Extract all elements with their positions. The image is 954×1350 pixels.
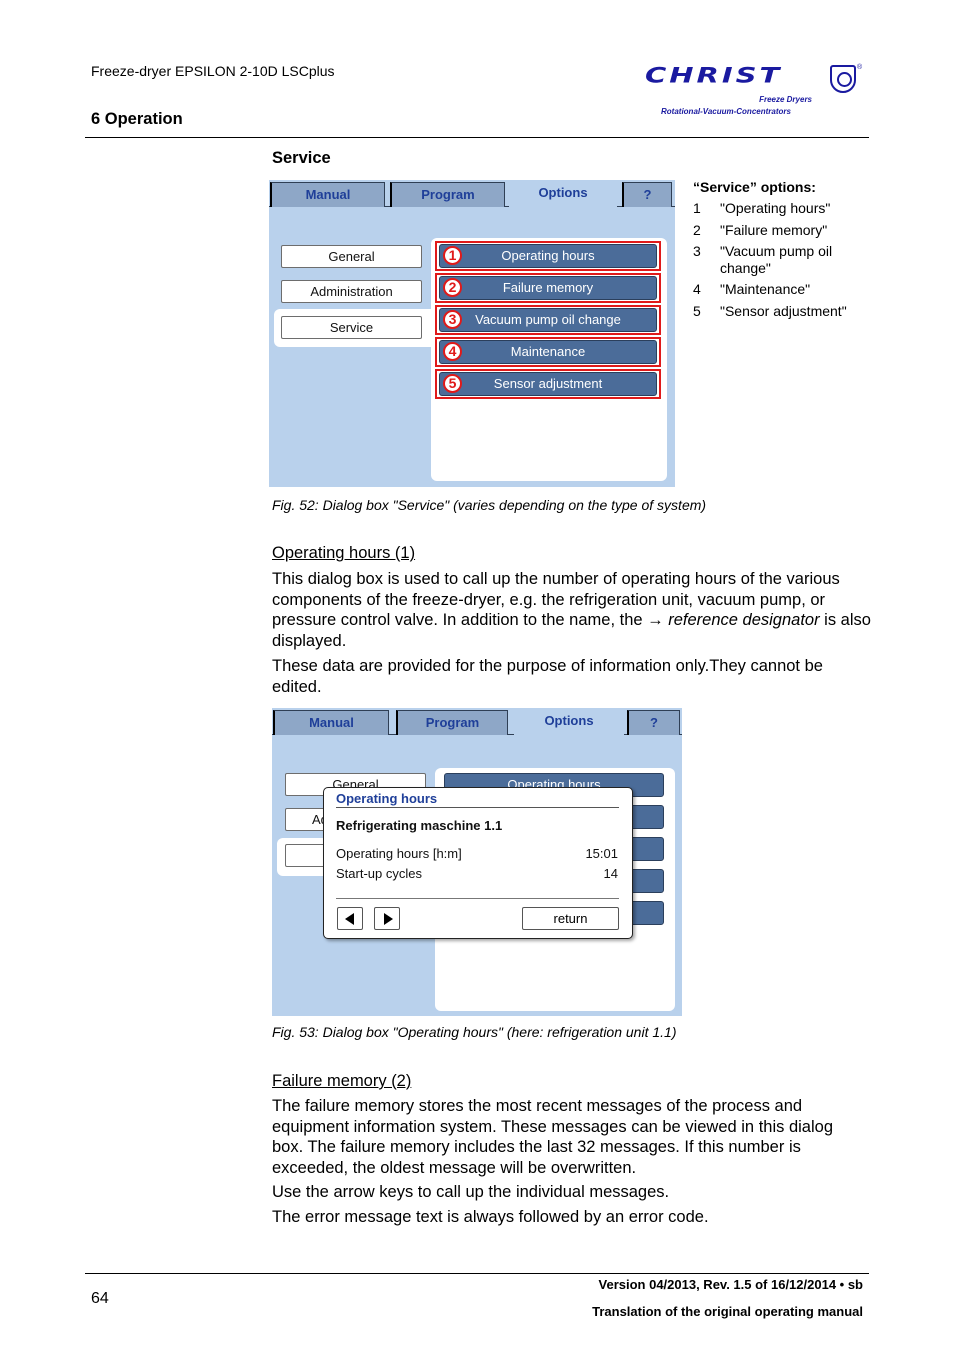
legend-number: 4 — [693, 281, 701, 297]
figure-53-caption: Fig. 53: Dialog box "Operating hours" (h… — [272, 1024, 677, 1040]
tab-program[interactable]: Program — [390, 182, 505, 207]
legend-text: "Maintenance" — [720, 281, 811, 297]
legend-text: "Failure memory" — [720, 222, 828, 238]
logo-emblem-icon — [830, 65, 856, 93]
row-label: Operating hours [h:m] — [336, 846, 462, 861]
maintenance-button[interactable]: Maintenance — [439, 340, 657, 364]
tab-help[interactable]: ? — [622, 182, 672, 207]
header-divider — [85, 137, 869, 138]
page-number: 64 — [91, 1290, 109, 1307]
reference-designator-link[interactable]: reference designator — [668, 611, 819, 629]
callout-badge-4: 4 — [443, 342, 462, 361]
failure-memory-paragraph-2: Use the arrow keys to call up the indivi… — [272, 1183, 670, 1201]
return-button[interactable]: return — [522, 907, 619, 930]
component-name: Refrigerating maschine 1.1 — [336, 818, 503, 833]
popup-footer-divider — [336, 898, 619, 899]
document-title: Freeze-dryer EPSILON 2-10D LSCplus — [91, 63, 335, 79]
sensor-adjustment-button[interactable]: Sensor adjustment — [439, 372, 657, 396]
operating-hours-row: Operating hours [h:m] 15:01 — [336, 846, 618, 861]
callout-badge-5: 5 — [443, 374, 462, 393]
tab-program[interactable]: Program — [396, 710, 508, 735]
logo-tagline-rvc: Rotational-Vacuum-Concentrators — [661, 107, 791, 116]
cross-reference-arrow-icon: → — [647, 611, 664, 629]
service-button[interactable]: Service — [281, 316, 422, 339]
section-title: Service — [272, 149, 331, 167]
next-button[interactable] — [374, 907, 400, 930]
callout-badge-1: 1 — [443, 246, 462, 265]
tab-options[interactable]: Options — [509, 180, 617, 208]
footer-divider — [85, 1273, 869, 1274]
registered-mark: ® — [857, 64, 863, 71]
legend-number: 2 — [693, 222, 701, 238]
administration-button[interactable]: Administration — [281, 280, 422, 303]
row-label: Start-up cycles — [336, 866, 422, 881]
legend-text: "Vacuum pump oil change" — [720, 243, 833, 276]
failure-memory-heading: Failure memory (2) — [272, 1072, 412, 1090]
tab-help[interactable]: ? — [627, 710, 680, 735]
translation-note: Translation of the original operating ma… — [592, 1304, 863, 1319]
general-button[interactable]: General — [281, 245, 422, 268]
legend-number: 1 — [693, 200, 701, 216]
figure-52-caption: Fig. 52: Dialog box "Service" (varies de… — [272, 497, 707, 513]
operating-hours-popup: Operating hours Refrigerating maschine 1… — [323, 787, 633, 939]
failure-memory-button[interactable]: Failure memory — [439, 276, 657, 300]
arrow-left-icon — [345, 913, 354, 925]
legend-number: 3 — [693, 243, 701, 259]
christ-logo: CHRIST ® Freeze Dryers Rotational-Vacuum… — [645, 62, 870, 118]
operating-hours-heading: Operating hours (1) — [272, 544, 416, 562]
tab-options[interactable]: Options — [514, 708, 624, 736]
logo-wordmark: CHRIST — [645, 62, 783, 88]
version-info: Version 04/2013, Rev. 1.5 of 16/12/2014 … — [598, 1277, 863, 1292]
service-dialog-screenshot: Manual Program Options ? General Adminis… — [269, 180, 675, 487]
startup-cycles-row: Start-up cycles 14 — [336, 866, 618, 881]
legend-text: "Sensor adjustment" — [720, 303, 847, 319]
previous-button[interactable] — [337, 907, 363, 930]
legend-number: 5 — [693, 303, 701, 319]
popup-title-divider — [336, 807, 619, 808]
logo-tagline-freeze-dryers: Freeze Dryers — [759, 95, 812, 104]
failure-memory-paragraph-3: The error message text is always followe… — [272, 1208, 709, 1226]
legend-heading: “Service” options: — [693, 179, 816, 195]
row-value: 14 — [603, 866, 618, 881]
callout-badge-2: 2 — [443, 278, 462, 297]
row-value: 15:01 — [585, 846, 618, 861]
tab-manual[interactable]: Manual — [270, 182, 385, 207]
arrow-right-icon — [384, 913, 393, 925]
popup-title: Operating hours — [336, 791, 438, 806]
tab-manual[interactable]: Manual — [273, 710, 389, 735]
service-options-legend: “Service” options: 1 "Operating hours" 2… — [693, 179, 868, 329]
operating-hours-paragraph-1: This dialog box is used to call up the n… — [272, 569, 872, 651]
failure-memory-paragraph-1: The failure memory stores the most recen… — [272, 1097, 833, 1177]
callout-badge-3: 3 — [443, 310, 462, 329]
operating-hours-paragraph-2: These data are provided for the purpose … — [272, 657, 823, 696]
vacuum-pump-oil-change-button[interactable]: Vacuum pump oil change — [439, 308, 657, 332]
legend-text: "Operating hours" — [720, 200, 831, 216]
operating-hours-button[interactable]: Operating hours — [439, 244, 657, 268]
chapter-heading: 6 Operation — [91, 110, 183, 128]
